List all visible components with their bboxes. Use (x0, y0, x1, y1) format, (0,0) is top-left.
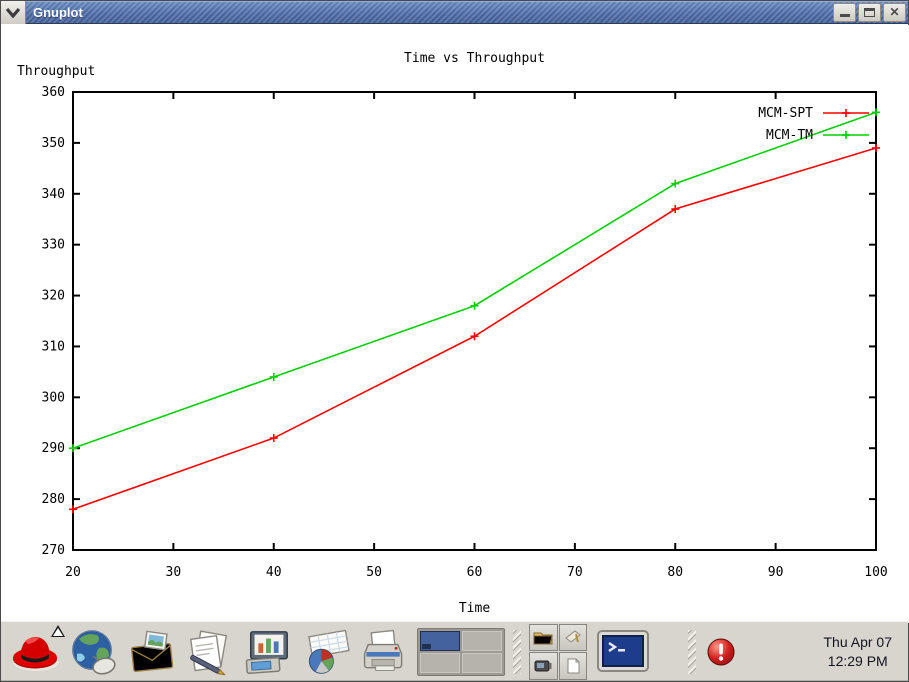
x-tick-label: 50 (366, 565, 382, 580)
x-tick-label: 60 (467, 565, 483, 580)
y-axis-label: Throughput (17, 64, 95, 79)
main-menu-button[interactable] (11, 624, 65, 677)
drawer-device-button[interactable] (529, 652, 558, 680)
word-processor-icon (189, 629, 228, 675)
x-tick-label: 70 (567, 565, 583, 580)
y-tick-label: 310 (42, 339, 65, 354)
launcher-spreadsheet[interactable] (301, 627, 351, 677)
y-tick-label: 330 (42, 238, 65, 253)
panel-arrow-icon (51, 624, 65, 637)
y-tick-label: 290 (42, 441, 65, 456)
series-line-MCM-SPT (72, 147, 877, 511)
y-tick-label: 300 (42, 390, 65, 405)
utility-icon (564, 630, 581, 643)
x-tick-label: 20 (65, 565, 81, 580)
y-tick-label: 350 (42, 136, 65, 151)
alert-notification-button[interactable] (704, 627, 738, 677)
launcher-presentation[interactable] (243, 627, 293, 677)
legend-label-MCM-TM: MCM-TM (766, 128, 813, 143)
y-tick-label: 340 (42, 187, 65, 202)
y-tick-label: 270 (42, 543, 65, 558)
printer-icon (363, 629, 403, 671)
close-icon: ✕ (889, 5, 900, 19)
chart-canvas: 20 30 40 50 60 70 80 90 100 270 280 290 300 310 320 330… (1, 25, 909, 623)
chevron-down-icon (6, 7, 20, 18)
launcher-drawer (529, 623, 587, 680)
maximize-button[interactable] (858, 2, 881, 22)
spreadsheet-piechart-icon (308, 629, 350, 674)
x-tick-label: 80 (667, 565, 683, 580)
document-icon (567, 658, 580, 674)
x-tick-label: 30 (166, 565, 182, 580)
email-envelope-icon (130, 630, 174, 672)
workspace-1-active[interactable] (420, 630, 460, 651)
series-line-MCM-TM (72, 111, 877, 449)
alert-notification-icon (707, 638, 734, 665)
window-controls: ✕ (833, 1, 908, 23)
minimize-icon (839, 14, 850, 17)
legend-label-MCM-SPT: MCM-SPT (758, 106, 813, 121)
workspace-3[interactable] (420, 652, 460, 673)
launcher-terminal[interactable] (595, 627, 651, 677)
y-tick-label: 360 (42, 85, 65, 100)
taskbar: Thu Apr 07 12:29 PM (1, 621, 908, 681)
close-button[interactable]: ✕ (883, 2, 906, 22)
x-axis-label: Time (459, 601, 490, 616)
chart-title: Time vs Throughput (404, 51, 545, 66)
window-title: Gnuplot (33, 5, 83, 20)
device-icon (534, 660, 552, 672)
terminal-icon (597, 629, 649, 672)
clock[interactable]: Thu Apr 07 12:29 PM (824, 633, 899, 671)
clock-time: 12:29 PM (827, 652, 888, 669)
launcher-printer[interactable] (359, 627, 409, 677)
drawer-document-button[interactable] (558, 652, 587, 680)
notification-area-handle[interactable] (687, 629, 696, 674)
panel-drag-handle[interactable] (513, 629, 521, 674)
launcher-word-processor[interactable] (185, 627, 235, 677)
x-tick-label: 100 (864, 565, 887, 580)
y-tick-label: 320 (42, 289, 65, 304)
drawer-folder-button[interactable] (529, 623, 558, 651)
web-browser-globe-icon (72, 629, 116, 675)
presentation-icon (245, 630, 288, 674)
titlebar[interactable]: Gnuplot ✕ (1, 1, 908, 24)
plot-border (72, 91, 877, 551)
y-tick-label: 280 (42, 492, 65, 507)
gnuplot-chart: 20 30 40 50 60 70 80 90 100 270 280 290 300 310 320 330… (17, 51, 888, 616)
minimize-button[interactable] (833, 2, 856, 22)
clock-date: Thu Apr 07 (823, 633, 893, 650)
desktop: Gnuplot ✕ 20 30 40 50 60 70 80 90 100 270 280 290 30… (0, 0, 909, 682)
x-tick-label: 40 (266, 565, 282, 580)
folder-icon (533, 632, 553, 645)
workspace-switcher[interactable] (417, 627, 505, 676)
workspace-2[interactable] (462, 630, 502, 651)
window-menu-button[interactable] (1, 1, 26, 24)
launcher-web-browser[interactable] (69, 627, 119, 677)
workspace-4[interactable] (462, 652, 502, 673)
drawer-utility-button[interactable] (558, 623, 587, 651)
x-tick-label: 90 (768, 565, 784, 580)
maximize-icon (864, 7, 875, 17)
launcher-email[interactable] (127, 627, 177, 677)
